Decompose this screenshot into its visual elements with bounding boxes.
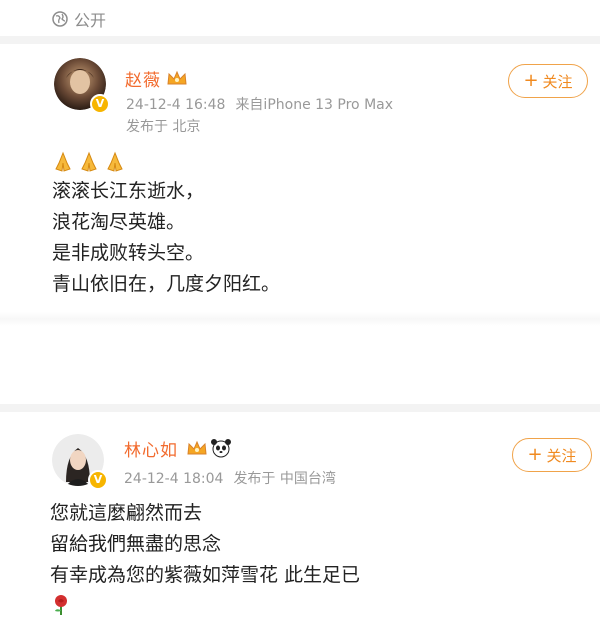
- verified-badge: V: [88, 470, 108, 490]
- content-line: 滚滚长江东逝水，: [52, 180, 205, 202]
- author-name[interactable]: 赵薇: [125, 66, 161, 91]
- section-divider: [0, 312, 600, 326]
- content-line: 留給我們無盡的思念: [50, 533, 222, 555]
- content-line: 是非成败转头空。: [52, 242, 205, 264]
- post-content: 您就這麼翩然而去 留給我們無盡的思念 有幸成為您的紫薇如萍雪花 此生足已: [50, 498, 360, 619]
- globe-icon: [52, 11, 68, 27]
- folded-hands-icon: [55, 151, 71, 172]
- follow-label: 关注: [546, 446, 577, 465]
- post-content: 滚滚长江东逝水， 浪花淘尽英雄。 是非成败转头空。 青山依旧在，几度夕阳红。: [52, 148, 280, 300]
- avatar[interactable]: V: [54, 58, 110, 114]
- avatar[interactable]: V: [52, 434, 108, 490]
- content-line: 您就這麼翩然而去: [50, 502, 203, 524]
- emoji-row: [50, 591, 360, 619]
- post-time: 24-12-4 16:48: [126, 97, 226, 113]
- post-card: V 林心如 24-12-4 18:04 发布于 中国台湾 + 关注 您就這麼翩然而去…: [0, 412, 600, 640]
- crown-icon: [187, 440, 207, 455]
- crown-icon: [167, 70, 187, 85]
- plus-icon: +: [523, 70, 539, 91]
- section-divider: [0, 404, 600, 412]
- post-meta: 24-12-4 16:48 来自iPhone 13 Pro Max: [126, 94, 393, 114]
- folded-hands-icon: [107, 151, 123, 172]
- emoji-row: [52, 148, 280, 176]
- panda-icon: [211, 439, 231, 458]
- post-location: 发布于 北京: [126, 119, 201, 135]
- folded-hands-icon: [81, 151, 97, 172]
- content-line: 浪花淘尽英雄。: [52, 211, 186, 233]
- post-meta: 24-12-4 18:04 发布于 中国台湾: [124, 468, 336, 488]
- author-name[interactable]: 林心如: [124, 436, 178, 461]
- content-line: 有幸成為您的紫薇如萍雪花 此生足已: [50, 564, 361, 586]
- follow-button[interactable]: + 关注: [508, 64, 588, 98]
- rose-icon: [55, 595, 67, 615]
- post-location: 发布于 中国台湾: [233, 471, 336, 487]
- verified-badge: V: [90, 94, 110, 114]
- plus-icon: +: [527, 444, 543, 465]
- post-time: 24-12-4 18:04: [124, 471, 224, 487]
- section-divider: [0, 36, 600, 44]
- follow-button[interactable]: + 关注: [512, 438, 592, 472]
- follow-label: 关注: [542, 72, 573, 91]
- visibility-label: 公开: [74, 11, 107, 30]
- content-line: 青山依旧在，几度夕阳红。: [52, 273, 281, 295]
- post-source: 来自iPhone 13 Pro Max: [235, 97, 394, 113]
- visibility-indicator: 公开: [52, 7, 106, 31]
